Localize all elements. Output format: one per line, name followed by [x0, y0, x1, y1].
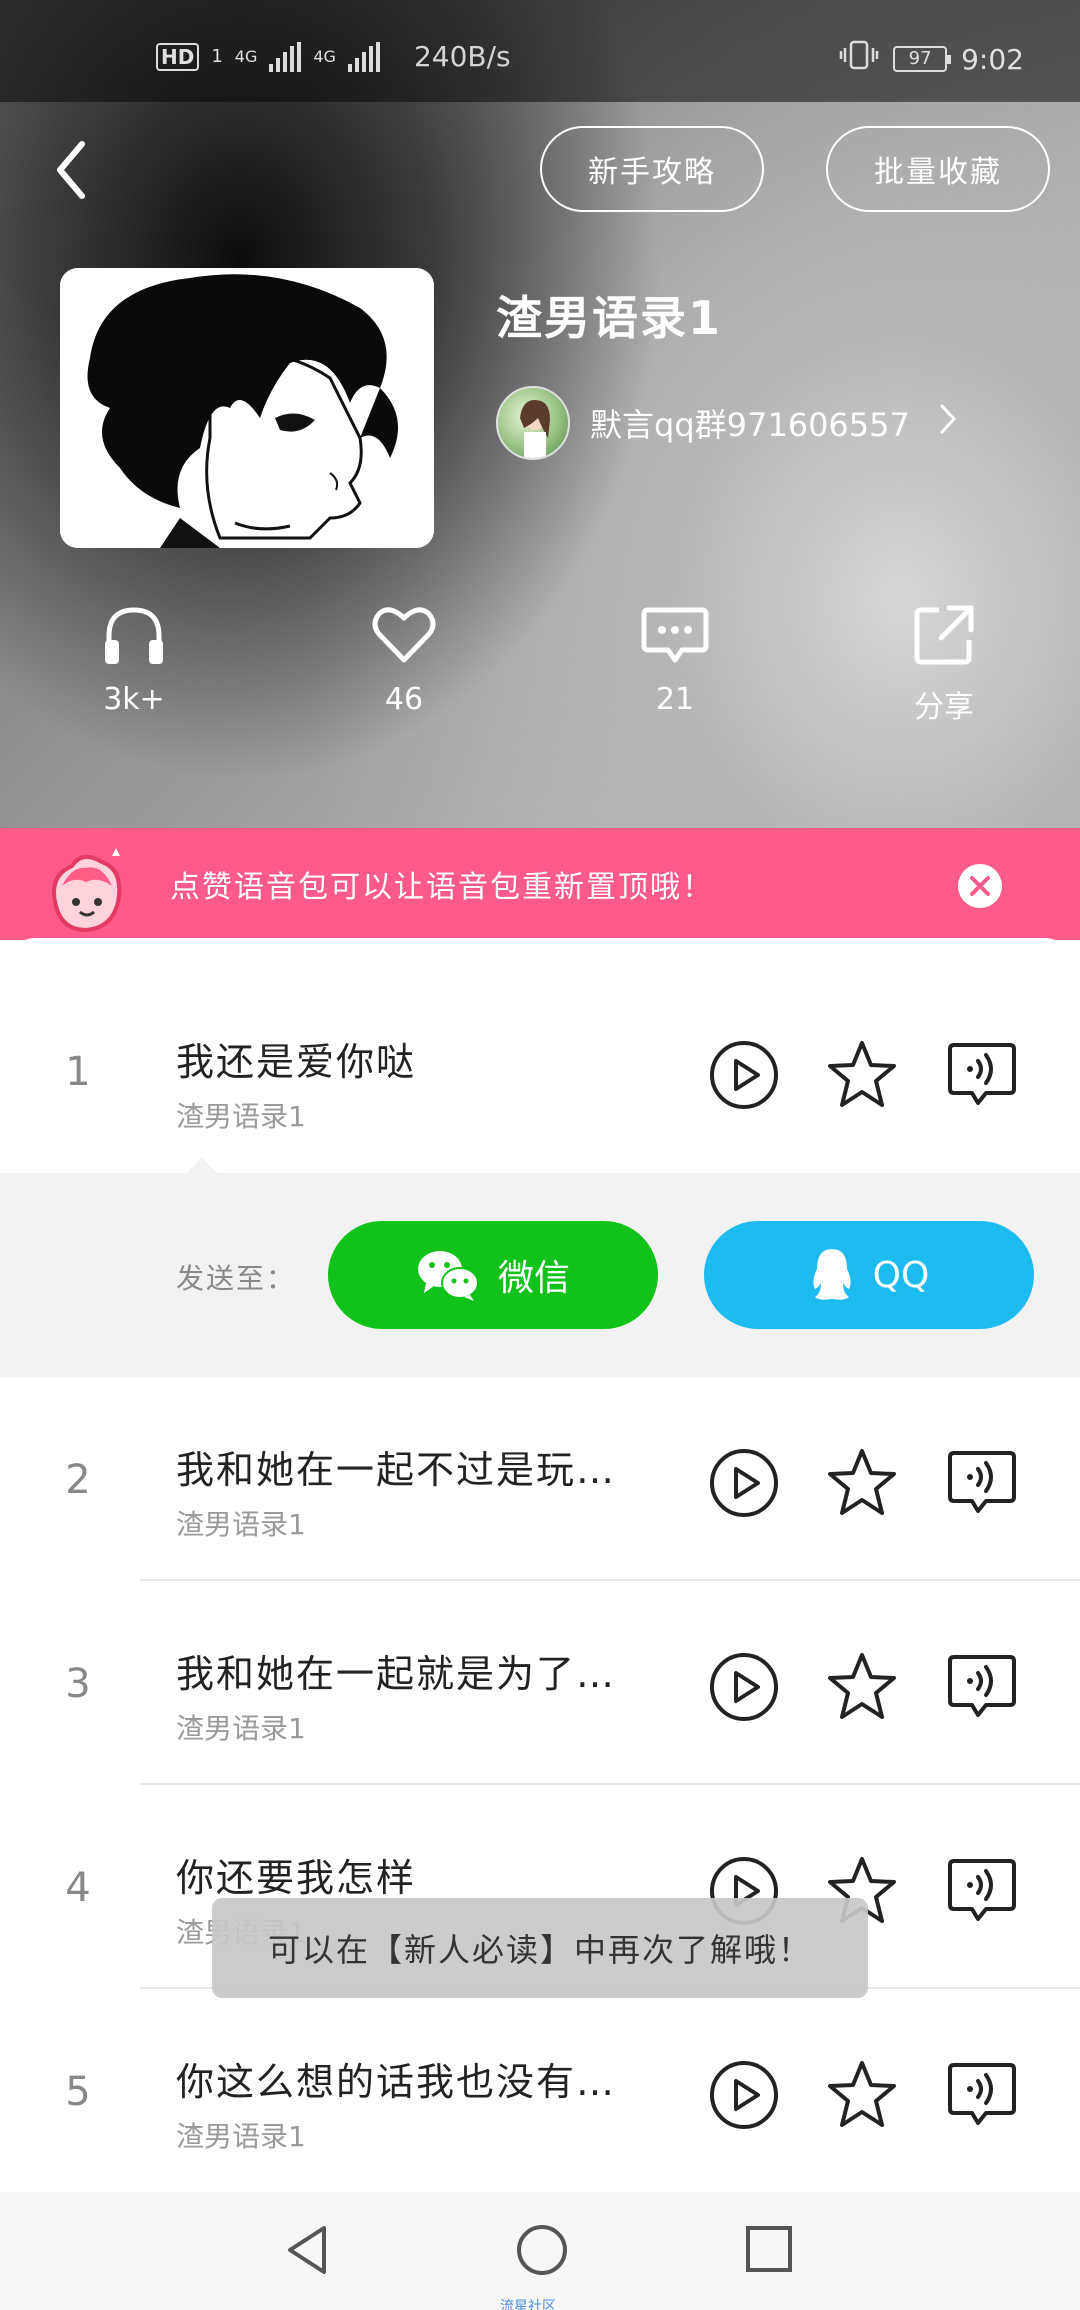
chevron-right-icon	[938, 402, 958, 445]
like-count: 46	[384, 682, 424, 717]
list-item[interactable]: 5 你这么想的话我也没有… 渣男语录1	[0, 1993, 1080, 2193]
share-button[interactable]: 分享	[874, 600, 1014, 726]
wechat-icon	[417, 1251, 479, 1301]
star-icon[interactable]	[824, 1649, 900, 1725]
item-number: 4	[65, 1865, 91, 1911]
star-icon[interactable]	[824, 1037, 900, 1113]
album-cover[interactable]	[60, 268, 434, 548]
nav-recent-icon[interactable]	[744, 2224, 794, 2274]
listen-count[interactable]: 3k+	[64, 600, 204, 717]
banner-close-button[interactable]	[958, 864, 1002, 908]
wechat-label: 微信	[497, 1258, 570, 1299]
share-label: 分享	[914, 690, 974, 725]
item-subtitle: 渣男语录1	[176, 1712, 306, 1745]
tip-banner: 点赞语音包可以让语音包重新置顶哦！	[0, 828, 1080, 940]
headphones-icon	[105, 607, 163, 664]
play-icon[interactable]	[706, 1445, 782, 1521]
mascot-icon	[42, 846, 128, 936]
signal-icon	[269, 41, 302, 72]
item-number: 2	[65, 1457, 91, 1503]
batch-collect-button[interactable]: 批量收藏	[826, 126, 1050, 212]
status-bar: HD 1 4G 4G 240B/s 97 9:02	[0, 0, 1080, 102]
divider	[140, 1783, 1080, 1785]
item-number: 5	[65, 2069, 91, 2115]
back-button[interactable]	[48, 130, 108, 210]
clock: 9:02	[961, 42, 1024, 76]
guide-button[interactable]: 新手攻略	[540, 126, 764, 212]
list-item[interactable]: 2 我和她在一起不过是玩… 渣男语录1	[0, 1381, 1080, 1581]
voice-send-icon[interactable]	[944, 2057, 1020, 2133]
author-link[interactable]: 默言qq群971606557	[496, 386, 958, 460]
item-subtitle: 渣男语录1	[176, 1508, 306, 1541]
album-title: 渣男语录1	[496, 291, 723, 345]
qq-send-button[interactable]: QQ	[704, 1221, 1034, 1329]
nav-home-icon[interactable]	[514, 2222, 570, 2278]
item-title: 我还是爱你哒	[176, 1040, 417, 1084]
network-type-1: 4G	[234, 46, 258, 66]
item-title: 你还要我怎样	[176, 1856, 417, 1900]
system-nav-bar: 流星社区	[0, 2192, 1080, 2310]
play-icon[interactable]	[706, 1649, 782, 1725]
play-icon[interactable]	[706, 1037, 782, 1113]
voice-send-icon[interactable]	[944, 1649, 1020, 1725]
sim-indicator: 1	[211, 46, 223, 67]
voice-send-icon[interactable]	[944, 1037, 1020, 1113]
toast-message: 可以在【新人必读】中再次了解哦！	[212, 1898, 868, 1998]
nav-caption: 流星社区	[500, 2299, 556, 2310]
listen-count-value: 3k+	[103, 682, 165, 717]
star-icon[interactable]	[824, 2057, 900, 2133]
vibrate-icon	[839, 40, 879, 78]
author-name: 默言qq群971606557	[590, 406, 910, 444]
item-title: 我和她在一起就是为了…	[176, 1652, 617, 1696]
item-title: 我和她在一起不过是玩…	[176, 1448, 617, 1492]
like-button[interactable]: 46	[334, 600, 474, 717]
voice-send-icon[interactable]	[944, 1853, 1020, 1929]
item-number: 3	[65, 1661, 91, 1707]
heart-icon	[372, 607, 436, 663]
signal-icon	[347, 41, 380, 72]
play-icon[interactable]	[706, 2057, 782, 2133]
hd-indicator: HD	[156, 42, 200, 71]
share-icon	[914, 605, 974, 665]
item-subtitle: 渣男语录1	[176, 2120, 306, 2153]
comment-button[interactable]: 21	[605, 600, 745, 717]
cover-illustration	[60, 268, 434, 548]
star-icon[interactable]	[824, 1445, 900, 1521]
qq-icon	[813, 1249, 851, 1300]
comment-count: 21	[655, 682, 695, 717]
voice-send-icon[interactable]	[944, 1445, 1020, 1521]
nav-back-icon[interactable]	[280, 2222, 336, 2278]
item-title: 你这么想的话我也没有…	[176, 2060, 617, 2104]
send-label: 发送至：	[176, 1262, 297, 1295]
divider	[140, 1579, 1080, 1581]
comment-icon	[641, 607, 709, 663]
qq-label: QQ	[872, 1254, 930, 1296]
network-type-2: 4G	[313, 46, 336, 66]
list-item[interactable]: 3 我和她在一起就是为了… 渣男语录1	[0, 1585, 1080, 1785]
battery-icon: 97	[893, 46, 952, 72]
item-subtitle: 渣男语录1	[176, 1100, 306, 1133]
chevron-left-icon	[57, 141, 85, 199]
item-number: 1	[65, 1049, 91, 1095]
network-speed: 240B/s	[413, 40, 511, 73]
send-panel-notch	[186, 1158, 218, 1174]
list-item[interactable]: 1 我还是爱你哒 渣男语录1	[0, 973, 1080, 1173]
banner-text: 点赞语音包可以让语音包重新置顶哦！	[170, 870, 714, 905]
stats-row: 3k+ 46 21 分享	[0, 600, 1080, 740]
wechat-send-button[interactable]: 微信	[328, 1221, 658, 1329]
send-panel: 发送至： 微信 QQ	[0, 1173, 1080, 1377]
close-icon	[970, 876, 990, 896]
author-avatar	[496, 386, 570, 460]
